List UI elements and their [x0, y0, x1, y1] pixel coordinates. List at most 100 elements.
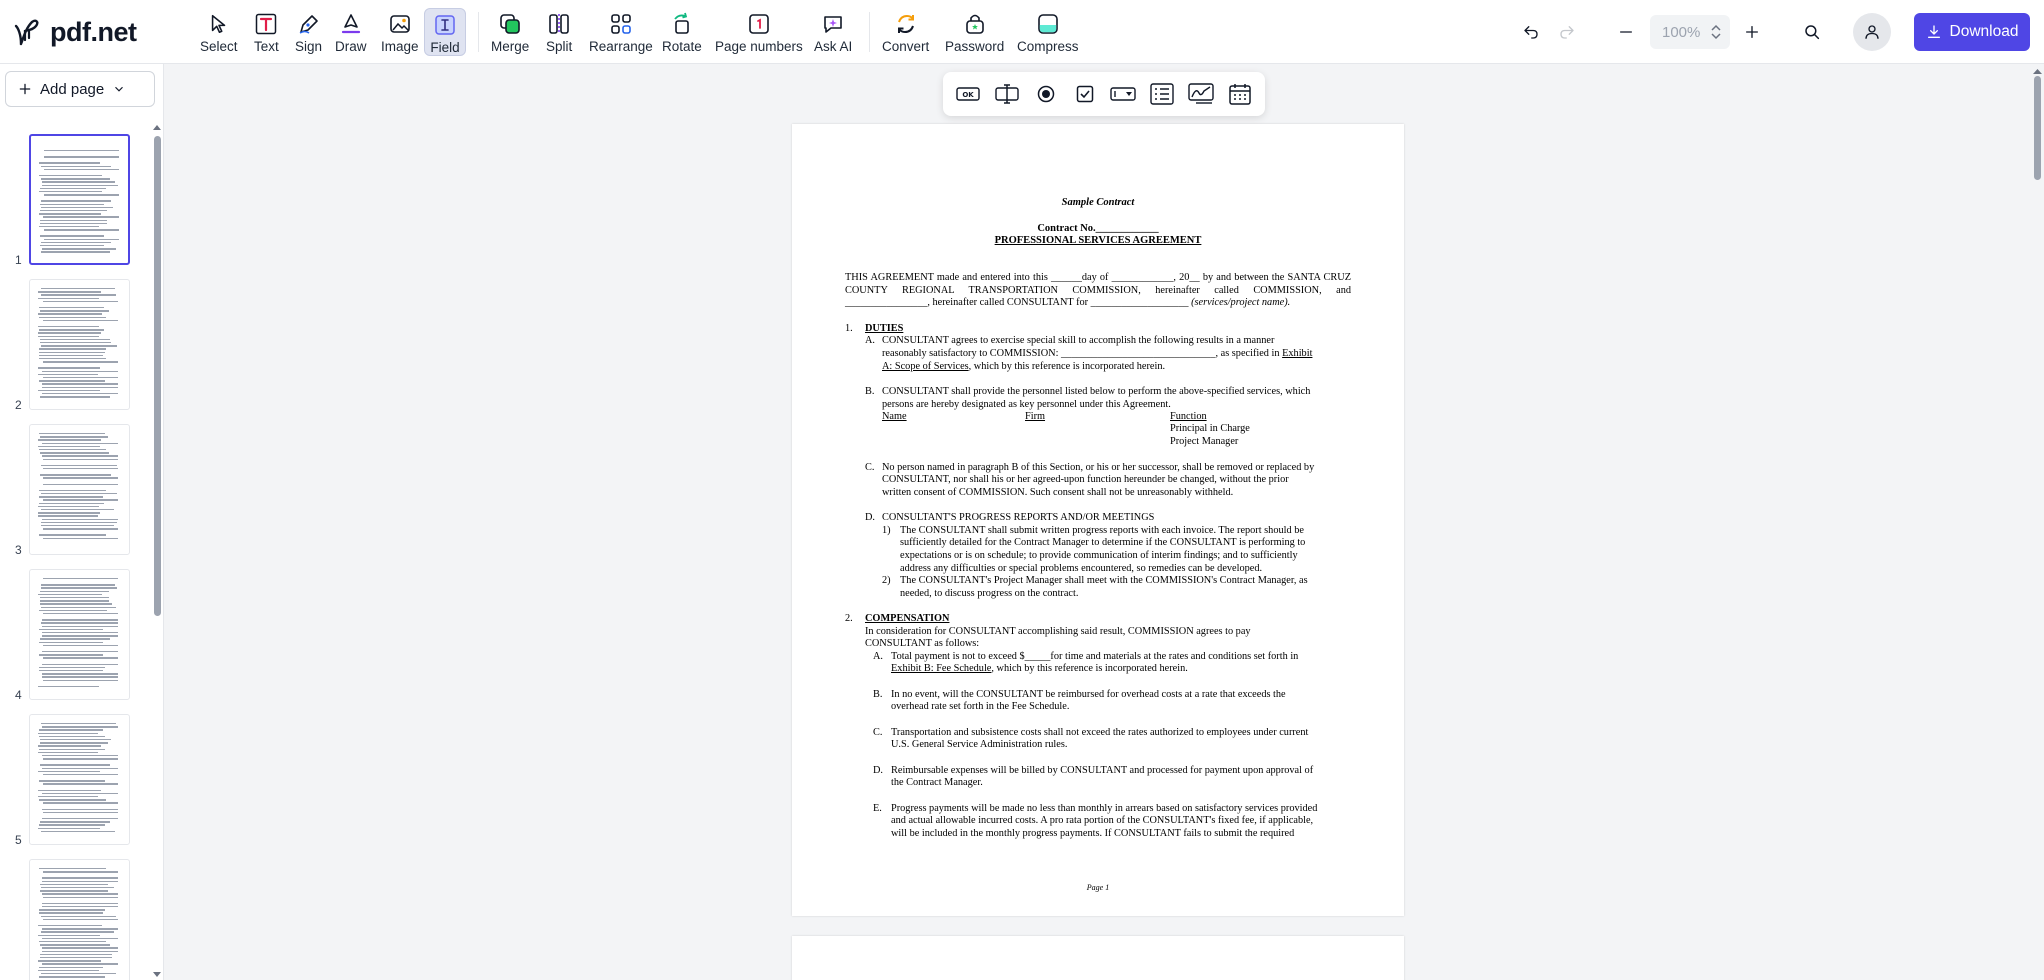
thumbnail-text-line	[42, 619, 118, 621]
tool-rearrange[interactable]: Rearrange	[585, 8, 657, 56]
scroll-thumb[interactable]	[154, 136, 161, 616]
tool-select[interactable]: Select	[196, 8, 242, 56]
dropdown-field-tool[interactable]	[1106, 78, 1140, 110]
canvas-scrollbar[interactable]	[2031, 64, 2044, 980]
button-field-tool[interactable]: OK	[951, 78, 985, 110]
thumbnail-text-line	[42, 455, 118, 457]
paragraph-line: overhead rate set forth in the Fee Sched…	[891, 701, 1070, 712]
paragraph-line: CONSULTANT as follows:	[865, 638, 980, 649]
thumbnail-text-line	[42, 673, 118, 675]
undo-icon	[1524, 26, 1538, 39]
thumbnail-text-line	[43, 300, 118, 303]
zoom-input[interactable]: 100%	[1650, 15, 1730, 49]
zoom-in-button[interactable]	[1736, 16, 1768, 48]
zoom-out-button[interactable]	[1610, 16, 1642, 48]
pdf-page-1[interactable]: Sample Contract Contract No.____________…	[792, 124, 1404, 916]
function-item: Project Manager	[1170, 436, 1239, 447]
thumbnail-text-line	[38, 367, 100, 369]
add-page-button[interactable]: Add page	[5, 71, 155, 107]
page-thumbnail[interactable]	[29, 714, 130, 845]
tool-split[interactable]: Split	[542, 8, 576, 56]
thumbnail-text-line	[42, 184, 118, 186]
thumbnail-text-line	[40, 944, 110, 946]
thumbnail-text-line	[42, 676, 118, 678]
tool-text[interactable]: Text	[250, 8, 283, 56]
tool-label: Rearrange	[589, 39, 653, 54]
tool-field[interactable]: Field	[424, 8, 466, 56]
tool-password[interactable]: Password	[941, 8, 1008, 56]
add-page-label: Add page	[40, 80, 105, 98]
toolbar-divider	[478, 12, 479, 52]
paragraph-line: sufficiently detailed for the Contract M…	[900, 537, 1306, 548]
signature-field-tool[interactable]	[1184, 78, 1218, 110]
paragraph-line: Progress payments will be made no less t…	[891, 803, 1318, 814]
thumbnail-text-line	[38, 512, 100, 514]
thumbnail-text-line	[39, 307, 104, 309]
logo[interactable]: pdf.net	[12, 14, 137, 50]
thumbnail-text-line	[39, 976, 105, 978]
thumbnail-text-line	[39, 729, 103, 731]
thumbnail-text-line	[40, 452, 109, 454]
thumbnail-text-line	[43, 758, 118, 760]
date-field-tool[interactable]	[1223, 78, 1257, 110]
page-thumbnail[interactable]	[29, 569, 130, 700]
download-button[interactable]: Download	[1914, 13, 2030, 51]
thumbnail-text-line	[38, 439, 101, 441]
tool-sign[interactable]: Sign	[291, 8, 326, 56]
thumbnail-text-line	[39, 780, 105, 782]
page-thumbnail[interactable]	[29, 424, 130, 555]
sidebar-scrollbar[interactable]	[151, 122, 163, 980]
scroll-up-icon[interactable]	[151, 122, 163, 132]
tool-merge[interactable]: Merge	[487, 8, 533, 56]
scroll-down-icon[interactable]	[151, 970, 163, 980]
tool-rotate[interactable]: Rotate	[658, 8, 706, 56]
toolbar-divider	[869, 12, 870, 52]
list-field-tool[interactable]	[1145, 78, 1179, 110]
page-thumbnail[interactable]	[29, 279, 130, 410]
document-canvas[interactable]: OK Sample Contract Contract No._________…	[165, 64, 2044, 980]
thumbnail-text-line	[42, 625, 118, 627]
text-field-tool[interactable]	[990, 78, 1024, 110]
paragraph-line: Transportation and subsistence costs sha…	[891, 727, 1309, 738]
thumbnail-text-line	[39, 502, 104, 504]
thumbnail-text-line	[43, 361, 118, 363]
redo-button[interactable]	[1551, 16, 1583, 48]
tool-convert[interactable]: Convert	[878, 8, 933, 56]
page-footer: Page 1	[1086, 883, 1110, 892]
thumbnail-text-line	[39, 670, 103, 672]
tool-page-numbers[interactable]: Page numbers	[711, 8, 807, 56]
tool-compress[interactable]: Compress	[1013, 8, 1083, 56]
undo-button[interactable]	[1515, 16, 1547, 48]
thumbnail-text-line	[40, 219, 107, 221]
checkbox-field-tool[interactable]	[1068, 78, 1102, 110]
radio-field-tool[interactable]	[1029, 78, 1063, 110]
page-numbers-icon	[747, 12, 771, 36]
scroll-up-icon[interactable]	[2031, 66, 2044, 76]
thumbnail-text-line	[42, 808, 118, 810]
tool-image[interactable]: Image	[377, 8, 423, 56]
thumbnail-text-line	[39, 380, 105, 382]
page-thumbnail[interactable]	[29, 134, 130, 265]
user-avatar[interactable]	[1853, 13, 1891, 51]
pdf-page-2[interactable]	[792, 936, 1404, 980]
scroll-thumb[interactable]	[2034, 76, 2041, 180]
thumbnail-text-line	[40, 739, 111, 741]
thumbnail-text-line	[41, 509, 114, 511]
item-letter: C.	[873, 727, 883, 738]
search-icon	[1805, 25, 1820, 40]
page-thumbnail[interactable]	[29, 859, 130, 980]
thumbnail-text-line	[38, 745, 101, 747]
thumbnail-text-line	[38, 732, 98, 734]
stepper-icon	[1711, 24, 1721, 40]
exhibit-link: A: Scope of Services	[882, 361, 969, 372]
thumbnail-text-line	[44, 150, 119, 152]
tool-ask-ai[interactable]: Ask AI	[810, 8, 856, 56]
thumbnail-text-line	[42, 632, 118, 634]
thumbnail-text-line	[39, 748, 105, 750]
tool-draw[interactable]: Draw	[331, 8, 371, 56]
item-letter: A.	[865, 335, 876, 346]
thumbnail-text-line	[38, 789, 101, 791]
thumbnail-text-line	[41, 206, 113, 209]
search-button[interactable]	[1796, 16, 1828, 48]
thumbnail-text-line	[43, 802, 118, 804]
